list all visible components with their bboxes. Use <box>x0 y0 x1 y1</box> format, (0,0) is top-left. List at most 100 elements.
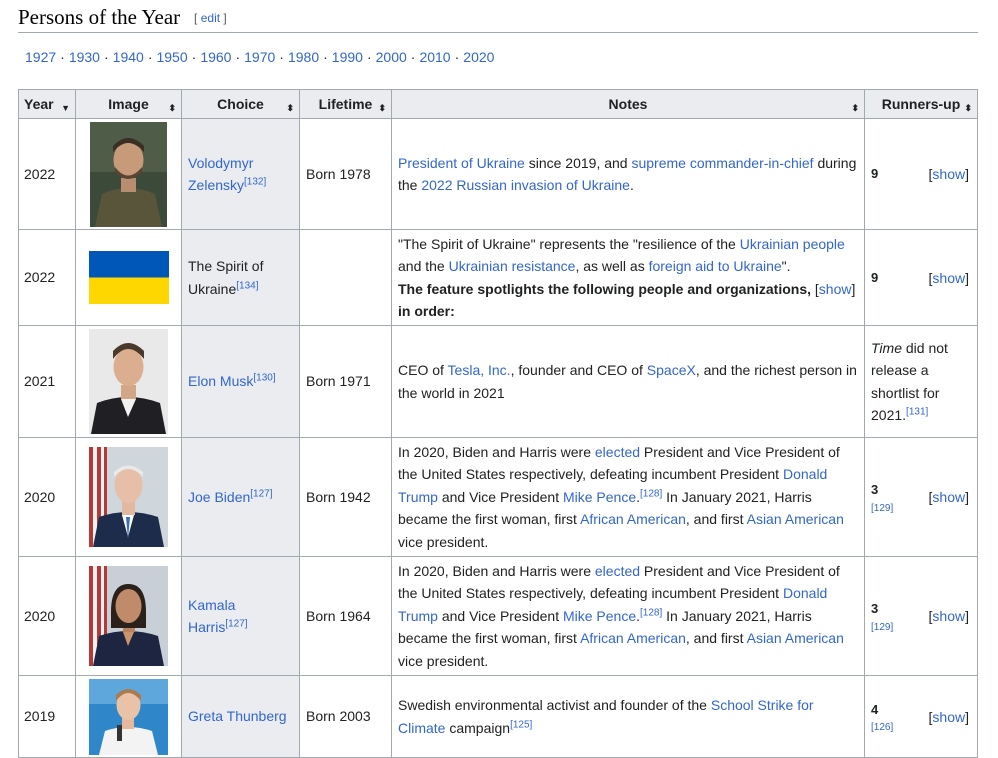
runners-up-cell: Time did not release a shortlist for 202… <box>864 325 978 438</box>
show-toggle: [show] <box>814 280 856 297</box>
column-header-image[interactable]: Image ⬍ <box>75 89 182 119</box>
table-row: 2021 Elon Musk[130] Born 1971 CEO of Tes… <box>18 325 978 438</box>
runners-up-cell: 9 [show] <box>864 118 978 230</box>
column-header-runners-up[interactable]: Runners-up ⬍ <box>864 89 978 119</box>
lifetime-cell: Born 2003 <box>299 675 392 758</box>
choice-cell: Elon Musk[130] <box>181 325 300 438</box>
notes-link[interactable]: foreign aid to Ukraine <box>649 258 782 274</box>
person-link[interactable]: Joe Biden <box>188 489 250 505</box>
decade-link-2010[interactable]: 2010 <box>419 49 450 65</box>
notes-link[interactable]: elected <box>595 444 640 460</box>
reference-link[interactable]: [132] <box>244 176 266 187</box>
notes-link[interactable]: Tesla, Inc. <box>448 362 511 378</box>
table-row: 2020 Joe Biden[127] Born 1942 In 2020, B… <box>18 437 978 557</box>
show-toggle: [show] <box>928 269 969 286</box>
runners-up-count: 9 <box>871 166 879 182</box>
notes-cell: In 2020, Biden and Harris were elected P… <box>391 437 865 557</box>
notes-link[interactable]: Asian American <box>747 511 844 527</box>
image-cell <box>75 675 182 758</box>
year-cell: 2020 <box>18 556 76 676</box>
decade-link-1960[interactable]: 1960 <box>200 49 231 65</box>
decade-link-1970[interactable]: 1970 <box>244 49 275 65</box>
image-cell <box>75 325 182 438</box>
feature-spotlight-text: The feature spotlights the following peo… <box>398 280 812 297</box>
notes-link[interactable]: Ukrainian people <box>740 236 845 252</box>
notes-link[interactable]: Asian American <box>747 630 844 646</box>
notes-link[interactable]: African American <box>580 511 686 527</box>
person-link[interactable]: Greta Thunberg <box>188 708 287 724</box>
decade-link-1940[interactable]: 1940 <box>113 49 144 65</box>
runners-up-cell: 3 [129] [show] <box>864 556 978 676</box>
reference-link[interactable]: [125] <box>510 719 532 730</box>
portrait-image[interactable] <box>89 566 168 666</box>
show-link[interactable]: show <box>932 166 965 182</box>
show-link[interactable]: show <box>932 269 965 285</box>
decade-link-1950[interactable]: 1950 <box>156 49 187 65</box>
reference-link[interactable]: [128] <box>640 607 662 618</box>
runners-up-count: 3 <box>871 601 879 617</box>
notes-link[interactable]: African American <box>580 630 686 646</box>
year-cell: 2022 <box>18 118 76 230</box>
runners-up-cell: 3 [129] [show] <box>864 437 978 557</box>
decade-link-2000[interactable]: 2000 <box>376 49 407 65</box>
notes-link[interactable]: Mike Pence <box>563 608 636 624</box>
notes-cell: CEO of Tesla, Inc., founder and CEO of S… <box>391 325 865 438</box>
column-header-notes[interactable]: Notes ⬍ <box>391 89 865 119</box>
portrait-image[interactable] <box>89 329 168 434</box>
column-header-choice[interactable]: Choice ⬍ <box>181 89 300 119</box>
notes-cell: President of Ukraine since 2019, and sup… <box>391 118 865 230</box>
notes-link[interactable]: 2022 Russian invasion of Ukraine <box>421 177 630 193</box>
decade-link-1990[interactable]: 1990 <box>332 49 363 65</box>
image-cell <box>75 556 182 676</box>
show-link[interactable]: show <box>819 281 852 297</box>
show-link[interactable]: show <box>932 489 965 505</box>
show-toggle: [show] <box>928 165 969 182</box>
magazine-name: Time <box>871 339 902 356</box>
image-cell <box>75 229 182 326</box>
edit-link[interactable]: edit <box>201 11 220 25</box>
sort-icon: ⬍ <box>851 103 859 113</box>
decade-link-1927[interactable]: 1927 <box>25 49 56 65</box>
notes-link[interactable]: elected <box>595 563 640 579</box>
reference-link[interactable]: [127] <box>250 488 272 499</box>
decade-link-2020[interactable]: 2020 <box>463 49 494 65</box>
reference-link[interactable]: [134] <box>236 280 258 291</box>
reference-link[interactable]: [131] <box>906 406 928 417</box>
reference-link[interactable]: [128] <box>640 488 662 499</box>
portrait-image[interactable] <box>89 678 168 755</box>
sort-icon: ⬍ <box>964 103 972 113</box>
notes-cell: "The Spirit of Ukraine" represents the "… <box>391 229 865 326</box>
decade-link-1980[interactable]: 1980 <box>288 49 319 65</box>
column-header-year[interactable]: Year ▼ <box>18 89 76 119</box>
reference-link[interactable]: [127] <box>225 618 247 629</box>
notes-link[interactable]: Ukrainian resistance <box>449 258 576 274</box>
year-cell: 2021 <box>18 325 76 438</box>
table-row: 2022 The Spirit of Ukraine[134] "The Spi… <box>18 229 978 326</box>
sort-icon: ⬍ <box>378 103 386 113</box>
portrait-image[interactable] <box>90 121 167 227</box>
decade-link-1930[interactable]: 1930 <box>69 49 100 65</box>
year-cell: 2019 <box>18 675 76 758</box>
show-toggle: [show] <box>928 708 969 725</box>
runners-up-count: 4 <box>871 701 879 717</box>
notes-link[interactable]: President of Ukraine <box>398 155 525 171</box>
image-cell <box>75 437 182 557</box>
persons-of-year-table: Year ▼ Image ⬍ Choice ⬍ Lifetime ⬍ Notes ⬍ Ru… <box>18 89 978 758</box>
reference-link[interactable]: [130] <box>253 373 275 384</box>
section-title: Persons of the Year <box>18 5 181 29</box>
notes-link[interactable]: Mike Pence <box>563 489 636 505</box>
choice-cell: Volodymyr Zelensky[132] <box>181 118 300 230</box>
choice-cell: Greta Thunberg <box>181 675 300 758</box>
in-order-text: in order: <box>398 303 455 319</box>
ukraine-flag-image[interactable] <box>88 251 169 304</box>
notes-link[interactable]: SpaceX <box>647 362 696 378</box>
notes-link[interactable]: supreme commander-in-chief <box>631 155 813 171</box>
show-link[interactable]: show <box>932 608 965 624</box>
portrait-image[interactable] <box>89 447 168 547</box>
person-link[interactable]: Elon Musk <box>188 373 253 389</box>
column-header-lifetime[interactable]: Lifetime ⬍ <box>299 89 392 119</box>
lifetime-cell: Born 1978 <box>299 118 392 230</box>
show-link[interactable]: show <box>932 708 965 724</box>
runners-up-count: 3 <box>871 482 879 498</box>
sort-icon: ⬍ <box>286 103 294 113</box>
